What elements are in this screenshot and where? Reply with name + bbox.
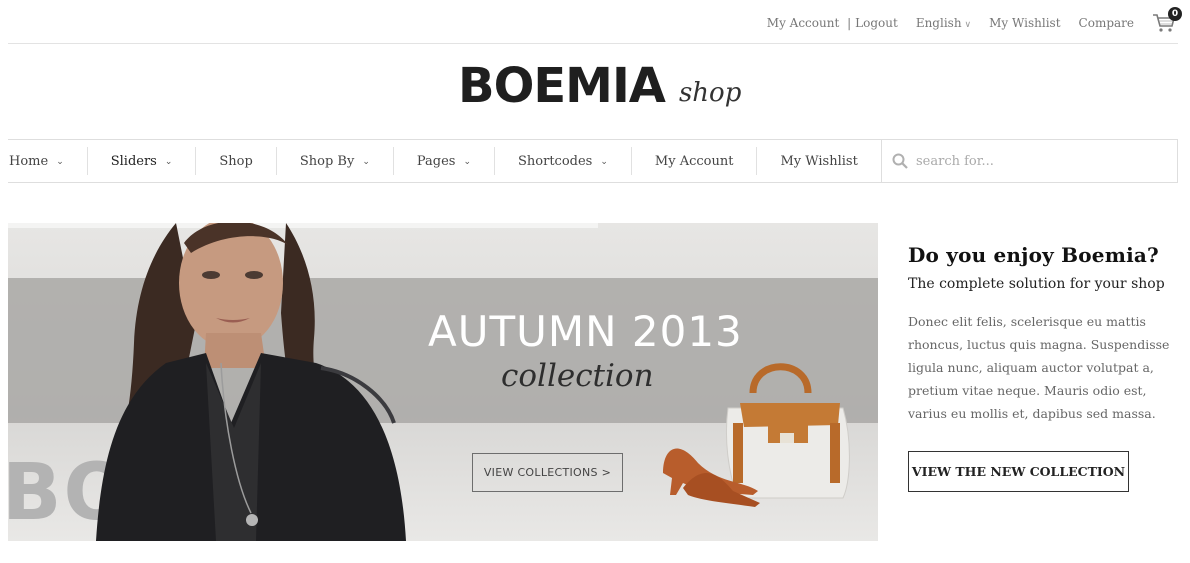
view-new-collection-button[interactable]: VIEW THE NEW COLLECTION <box>908 451 1129 492</box>
nav-item-label: Pages <box>416 153 456 169</box>
promo-title: Do you enjoy Boemia? <box>908 243 1159 267</box>
nav-item-label: Home <box>9 153 49 169</box>
logo-wordmark: BOEMIA <box>458 58 666 114</box>
nav-item-my-account[interactable]: My Account <box>632 147 758 175</box>
top-bar: My Account | Logout English ∨ My Wishlist … <box>8 0 1182 44</box>
nav-item-sliders[interactable]: Sliders ⌄ <box>88 147 197 175</box>
hero-title: AUTUMN 2013 <box>428 307 743 356</box>
nav-item-label: Shop <box>219 153 253 169</box>
chevron-down-icon: ⌄ <box>600 157 608 167</box>
promo-description: Donec elit felis, scelerisque eu mattis … <box>908 314 1170 421</box>
nav-item-label: Sliders <box>110 153 157 169</box>
chevron-down-icon: ⌄ <box>164 157 173 167</box>
separator: | <box>847 16 852 30</box>
logout-link[interactable]: Logout <box>855 16 898 30</box>
main-navigation: Home ⌄ Sliders ⌄ Shop Shop By ⌄ Pages ⌄ Shor… <box>8 139 1178 183</box>
language-label: English <box>915 16 962 30</box>
logo-subtitle: shop <box>678 78 742 108</box>
site-logo[interactable]: BOEMIA shop <box>458 60 741 112</box>
view-collections-button[interactable]: VIEW COLLECTIONS > <box>472 453 623 492</box>
model-photo <box>96 223 406 541</box>
nav-item-label: My Account <box>654 153 734 169</box>
nav-item-label: Shop By <box>299 153 355 169</box>
chevron-down-icon: ⌄ <box>56 157 64 167</box>
nav-item-shortcodes[interactable]: Shortcodes ⌄ <box>495 147 632 175</box>
chevron-down-icon: ⌄ <box>463 157 472 167</box>
cart-count-badge: 0 <box>1168 7 1182 21</box>
nav-item-home[interactable]: Home ⌄ <box>8 147 88 175</box>
compare-link[interactable]: Compare <box>1079 16 1134 30</box>
nav-item-label: My Wishlist <box>780 153 858 169</box>
nav-item-pages[interactable]: Pages ⌄ <box>394 147 496 175</box>
language-selector[interactable]: English ∨ <box>916 16 971 30</box>
chevron-down-icon: ∨ <box>964 20 972 30</box>
nav-item-shop-by[interactable]: Shop By ⌄ <box>277 147 394 175</box>
top-links: My Account | Logout English ∨ My Wishlist … <box>767 7 1182 34</box>
cart-button[interactable]: 0 <box>1152 7 1182 34</box>
chevron-down-icon: ⌄ <box>362 157 370 167</box>
hero-subtitle: collection <box>501 358 654 394</box>
search-icon[interactable] <box>892 153 908 169</box>
promo-panel: Do you enjoy Boemia? The complete soluti… <box>908 243 1178 492</box>
account-logout-group: My Account | Logout <box>767 16 898 30</box>
promo-subtitle: The complete solution for your shop <box>908 276 1165 292</box>
product-image-bag-shoes <box>663 363 850 507</box>
nav-item-my-wishlist[interactable]: My Wishlist <box>757 147 880 175</box>
search-input[interactable] <box>916 153 1156 169</box>
wishlist-link[interactable]: My Wishlist <box>989 16 1060 30</box>
search-box <box>881 140 1178 182</box>
nav-item-label: Shortcodes <box>518 153 593 169</box>
my-account-link[interactable]: My Account <box>767 16 840 30</box>
hero-slider[interactable]: BOE AUTUMN 2013 collection VIEW COLLECTI… <box>8 223 878 541</box>
nav-item-shop[interactable]: Shop <box>196 147 277 175</box>
